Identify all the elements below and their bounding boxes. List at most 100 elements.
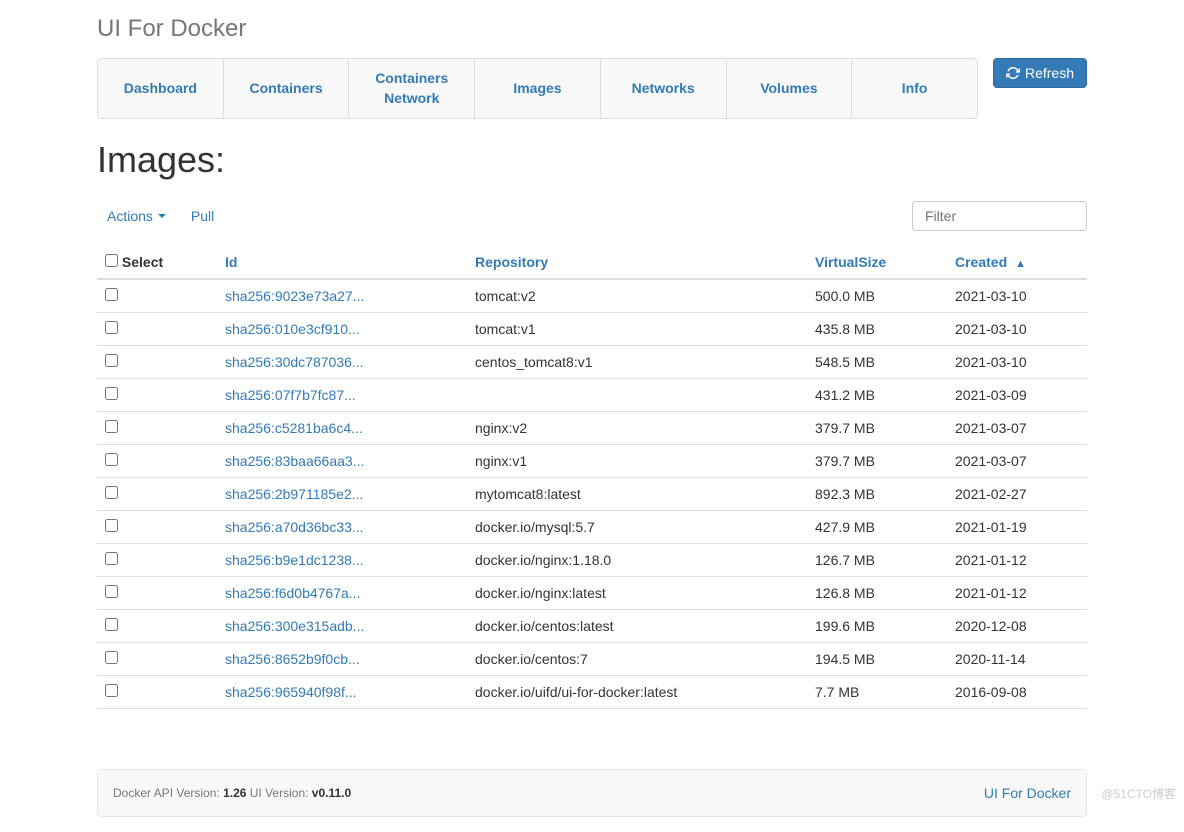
image-id-link[interactable]: sha256:07f7b7fc87... xyxy=(225,387,356,403)
table-row: sha256:07f7b7fc87... 431.2 MB2021-03-09 xyxy=(97,379,1087,412)
images-table: Select Id Repository VirtualSize Created… xyxy=(97,246,1087,709)
select-label: Select xyxy=(122,254,163,270)
size-cell: 427.9 MB xyxy=(807,511,947,544)
nav-tab-containers[interactable]: Containers xyxy=(224,59,350,118)
created-cell: 2021-03-07 xyxy=(947,445,1087,478)
created-cell: 2021-03-10 xyxy=(947,346,1087,379)
repository-cell: centos_tomcat8:v1 xyxy=(467,346,807,379)
row-checkbox[interactable] xyxy=(105,354,118,367)
image-id-link[interactable]: sha256:2b971185e2... xyxy=(225,486,363,502)
nav-tab-containers-network[interactable]: Containers Network xyxy=(349,59,475,118)
sort-asc-icon: ▲ xyxy=(1015,258,1026,270)
repository-cell: docker.io/centos:7 xyxy=(467,643,807,676)
row-checkbox[interactable] xyxy=(105,618,118,631)
image-id-link[interactable]: sha256:8652b9f0cb... xyxy=(225,651,360,667)
pull-button[interactable]: Pull xyxy=(191,208,214,224)
size-cell: 435.8 MB xyxy=(807,313,947,346)
repository-cell: tomcat:v1 xyxy=(467,313,807,346)
created-cell: 2021-02-27 xyxy=(947,478,1087,511)
row-checkbox[interactable] xyxy=(105,684,118,697)
select-header: Select xyxy=(97,246,217,279)
image-id-link[interactable]: sha256:300e315adb... xyxy=(225,618,364,634)
select-all-checkbox[interactable] xyxy=(105,254,118,267)
image-id-link[interactable]: sha256:010e3cf910... xyxy=(225,321,360,337)
repository-cell: docker.io/uifd/ui-for-docker:latest xyxy=(467,676,807,709)
row-checkbox[interactable] xyxy=(105,288,118,301)
created-cell: 2021-01-19 xyxy=(947,511,1087,544)
row-checkbox[interactable] xyxy=(105,420,118,433)
table-row: sha256:c5281ba6c4... nginx:v2379.7 MB2021… xyxy=(97,412,1087,445)
repository-header[interactable]: Repository xyxy=(467,246,807,279)
nav-tab-info[interactable]: Info xyxy=(852,59,977,118)
watermark: @51CTO博客 xyxy=(1101,785,1176,802)
row-checkbox[interactable] xyxy=(105,387,118,400)
virtualsize-header[interactable]: VirtualSize xyxy=(807,246,947,279)
footer-link[interactable]: UI For Docker xyxy=(984,785,1071,801)
image-id-link[interactable]: sha256:f6d0b4767a... xyxy=(225,585,360,601)
table-row: sha256:83baa66aa3...nginx:v1379.7 MB2021… xyxy=(97,445,1087,478)
table-row: sha256:a70d36bc33... docker.io/mysql:5.74… xyxy=(97,511,1087,544)
table-row: sha256:9023e73a27... tomcat:v2500.0 MB202… xyxy=(97,279,1087,313)
repository-cell: nginx:v1 xyxy=(467,445,807,478)
id-header[interactable]: Id xyxy=(217,246,467,279)
size-cell: 7.7 MB xyxy=(807,676,947,709)
refresh-button[interactable]: Refresh xyxy=(993,58,1087,88)
repository-cell: mytomcat8:latest xyxy=(467,478,807,511)
table-row: sha256:b9e1dc1238...docker.io/nginx:1.18… xyxy=(97,544,1087,577)
nav-tab-volumes[interactable]: Volumes xyxy=(727,59,853,118)
created-cell: 2021-03-07 xyxy=(947,412,1087,445)
image-id-link[interactable]: sha256:c5281ba6c4... xyxy=(225,420,363,436)
created-cell: 2016-09-08 xyxy=(947,676,1087,709)
repository-cell: docker.io/nginx:latest xyxy=(467,577,807,610)
refresh-icon xyxy=(1006,66,1020,80)
created-cell: 2021-03-10 xyxy=(947,313,1087,346)
image-id-link[interactable]: sha256:9023e73a27... xyxy=(225,288,364,304)
repository-cell: docker.io/centos:latest xyxy=(467,610,807,643)
created-cell: 2020-11-14 xyxy=(947,643,1087,676)
repository-cell: tomcat:v2 xyxy=(467,279,807,313)
size-cell: 194.5 MB xyxy=(807,643,947,676)
size-cell: 500.0 MB xyxy=(807,279,947,313)
repository-cell: docker.io/mysql:5.7 xyxy=(467,511,807,544)
created-label: Created xyxy=(955,254,1007,270)
row-checkbox[interactable] xyxy=(105,321,118,334)
image-id-link[interactable]: sha256:83baa66aa3... xyxy=(225,453,364,469)
actions-dropdown[interactable]: Actions xyxy=(107,208,166,224)
size-cell: 548.5 MB xyxy=(807,346,947,379)
repository-cell: nginx:v2 xyxy=(467,412,807,445)
created-cell: 2020-12-08 xyxy=(947,610,1087,643)
size-cell: 892.3 MB xyxy=(807,478,947,511)
created-cell: 2021-01-12 xyxy=(947,544,1087,577)
repository-cell xyxy=(467,379,807,412)
row-checkbox[interactable] xyxy=(105,519,118,532)
app-title: UI For Docker xyxy=(97,15,1087,43)
filter-input[interactable] xyxy=(912,201,1087,231)
nav-tab-images[interactable]: Images xyxy=(475,59,601,118)
size-cell: 431.2 MB xyxy=(807,379,947,412)
nav-tab-dashboard[interactable]: Dashboard xyxy=(98,59,224,118)
footer-text: Docker API Version: 1.26 UI Version: v0.… xyxy=(113,786,351,800)
size-cell: 126.8 MB xyxy=(807,577,947,610)
row-checkbox[interactable] xyxy=(105,486,118,499)
nav-tabs: DashboardContainersContainers NetworkIma… xyxy=(97,58,978,119)
image-id-link[interactable]: sha256:b9e1dc1238... xyxy=(225,552,364,568)
created-header[interactable]: Created ▲ xyxy=(947,246,1087,279)
row-checkbox[interactable] xyxy=(105,453,118,466)
table-row: sha256:2b971185e2... mytomcat8:latest892.… xyxy=(97,478,1087,511)
created-cell: 2021-03-09 xyxy=(947,379,1087,412)
row-checkbox[interactable] xyxy=(105,552,118,565)
created-cell: 2021-03-10 xyxy=(947,279,1087,313)
row-checkbox[interactable] xyxy=(105,651,118,664)
table-row: sha256:30dc787036... centos_tomcat8:v1548… xyxy=(97,346,1087,379)
refresh-label: Refresh xyxy=(1025,65,1074,81)
size-cell: 379.7 MB xyxy=(807,412,947,445)
image-id-link[interactable]: sha256:30dc787036... xyxy=(225,354,364,370)
caret-down-icon xyxy=(158,214,166,218)
image-id-link[interactable]: sha256:a70d36bc33... xyxy=(225,519,364,535)
page-title: Images: xyxy=(97,139,1087,181)
size-cell: 199.6 MB xyxy=(807,610,947,643)
table-row: sha256:f6d0b4767a... docker.io/nginx:late… xyxy=(97,577,1087,610)
nav-tab-networks[interactable]: Networks xyxy=(601,59,727,118)
row-checkbox[interactable] xyxy=(105,585,118,598)
image-id-link[interactable]: sha256:965940f98f... xyxy=(225,684,357,700)
